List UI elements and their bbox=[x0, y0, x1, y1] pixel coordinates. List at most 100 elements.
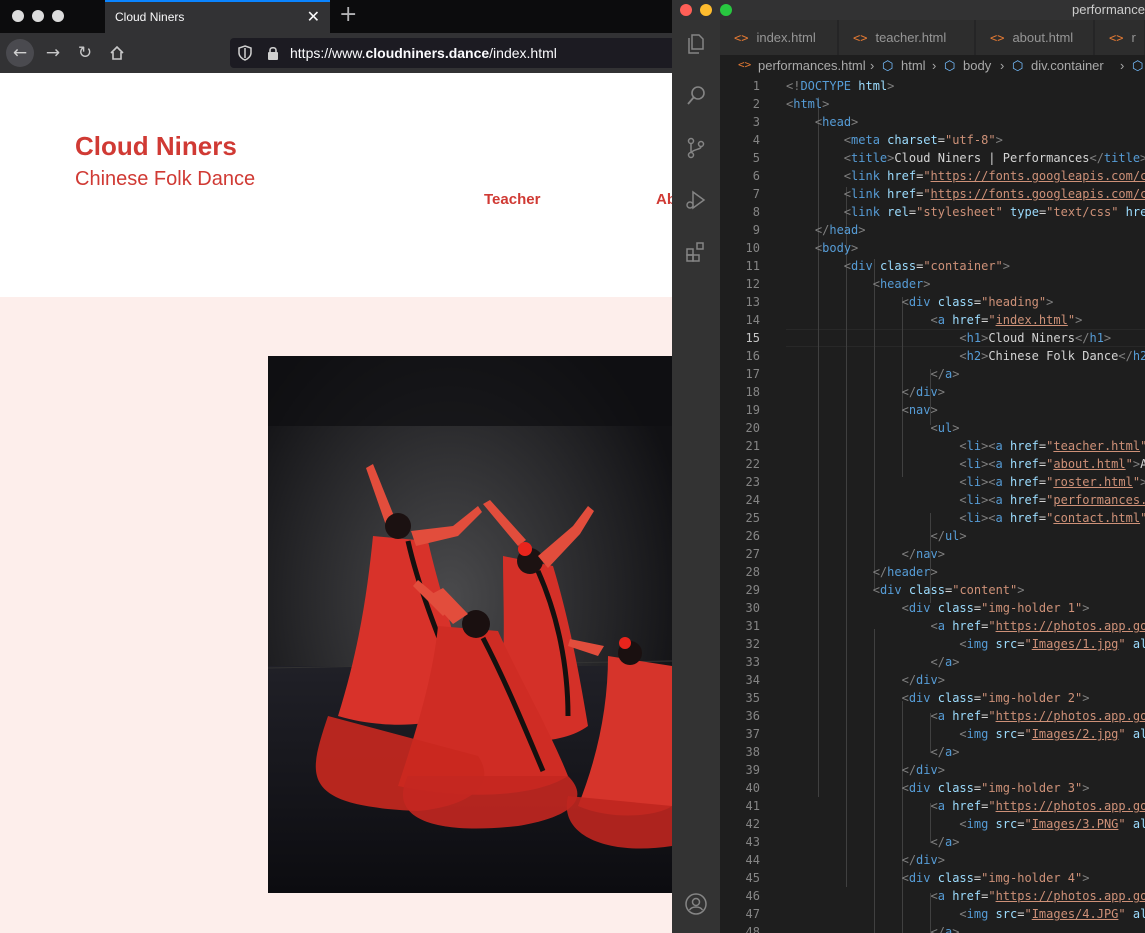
code-line[interactable]: <li><a href="about.html">A bbox=[786, 455, 1145, 473]
code-line[interactable]: <div class="container"> bbox=[786, 257, 1010, 275]
code-line[interactable]: <link rel="stylesheet" type="text/css" h… bbox=[786, 203, 1145, 221]
code-line[interactable]: <li><a href="performances. bbox=[786, 491, 1145, 509]
editor-tab-about[interactable]: <> about.html bbox=[976, 20, 1094, 55]
code-line[interactable]: </header> bbox=[786, 563, 938, 581]
code-line[interactable]: <li><a href="teacher.html" bbox=[786, 437, 1145, 455]
performance-photo[interactable] bbox=[268, 356, 672, 893]
code-line[interactable]: <img src="Images/4.JPG" al bbox=[786, 905, 1145, 923]
nav-link-about[interactable]: Ab bbox=[656, 191, 672, 208]
account-icon[interactable] bbox=[684, 892, 708, 916]
code-line[interactable]: <header> bbox=[786, 275, 931, 293]
code-line[interactable]: <link href="https://fonts.googleapis.com… bbox=[786, 185, 1145, 203]
url-text[interactable]: https://www.cloudniners.dance/index.html bbox=[290, 45, 557, 61]
site-title-link[interactable]: Cloud Niners bbox=[75, 131, 237, 162]
extensions-icon[interactable] bbox=[684, 240, 708, 264]
line-number: 4 bbox=[752, 133, 760, 147]
code-line[interactable]: </a> bbox=[786, 923, 960, 933]
code-line[interactable]: </a> bbox=[786, 833, 960, 851]
breadcrumb-item[interactable]: body bbox=[963, 58, 991, 73]
url-prefix: https://www. bbox=[290, 45, 366, 61]
editor-zoom-dot[interactable] bbox=[720, 4, 732, 16]
code-line[interactable]: <li><a href="roster.html"> bbox=[786, 473, 1145, 491]
code-line[interactable]: <div class="img-holder 1"> bbox=[786, 599, 1090, 617]
code-line[interactable]: <h1>Cloud Niners</h1> bbox=[786, 329, 1111, 347]
code-token: div bbox=[916, 853, 938, 867]
code-line[interactable]: <div class="img-holder 2"> bbox=[786, 689, 1090, 707]
code-line[interactable]: <div class="content"> bbox=[786, 581, 1025, 599]
code-line[interactable]: <ul> bbox=[786, 419, 960, 437]
code-line[interactable]: <div class="img-holder 3"> bbox=[786, 779, 1090, 797]
code-line[interactable]: <a href="https://photos.app.go bbox=[786, 887, 1145, 905]
chevron-right-icon: › bbox=[870, 58, 875, 73]
shield-icon[interactable] bbox=[238, 45, 252, 66]
breadcrumb-item[interactable]: div.container bbox=[1031, 58, 1104, 73]
code-line[interactable]: <a href="https://photos.app.go bbox=[786, 707, 1145, 725]
code-line[interactable]: <img src="Images/2.jpg" al bbox=[786, 725, 1145, 743]
browser-tab[interactable]: Cloud Niners ✕ bbox=[105, 0, 330, 33]
code-line[interactable]: <img src="Images/1.jpg" al bbox=[786, 635, 1145, 653]
url-bar[interactable]: https://www.cloudniners.dance/index.html bbox=[230, 38, 672, 68]
code-line[interactable]: </ul> bbox=[786, 527, 967, 545]
window-minimize-dot[interactable] bbox=[32, 10, 44, 22]
nav-link-teacher[interactable]: Teacher bbox=[484, 191, 540, 208]
close-icon[interactable]: ✕ bbox=[307, 7, 320, 26]
editor-tab-roster[interactable]: <> r bbox=[1095, 20, 1145, 55]
code-line[interactable]: <nav> bbox=[786, 401, 938, 419]
code-token: < bbox=[930, 313, 938, 327]
site-subtitle[interactable]: Chinese Folk Dance bbox=[75, 168, 255, 191]
code-line[interactable]: <body> bbox=[786, 239, 858, 257]
code-line[interactable]: <h2>Chinese Folk Dance</h2 bbox=[786, 347, 1145, 365]
code-line[interactable]: <div class="heading"> bbox=[786, 293, 1054, 311]
source-control-icon[interactable] bbox=[684, 136, 708, 160]
back-arrow-icon[interactable]: ← bbox=[6, 39, 34, 67]
code-token: > bbox=[923, 277, 931, 291]
editor-minimize-dot[interactable] bbox=[700, 4, 712, 16]
code-line[interactable]: </div> bbox=[786, 851, 945, 869]
url-domain: cloudniners.dance bbox=[365, 45, 490, 61]
code-line[interactable]: <li><a href="contact.html" bbox=[786, 509, 1145, 527]
code-line[interactable]: </div> bbox=[786, 383, 945, 401]
code-line[interactable]: <head> bbox=[786, 113, 858, 131]
code-line[interactable]: <img src="Images/3.PNG" al bbox=[786, 815, 1145, 833]
forward-arrow-icon[interactable]: → bbox=[39, 39, 67, 67]
plus-icon[interactable]: + bbox=[339, 2, 357, 27]
code-line[interactable]: <link href="https://fonts.googleapis.com… bbox=[786, 167, 1145, 185]
code-line[interactable]: <!DOCTYPE html> bbox=[786, 77, 894, 95]
code-line[interactable]: </div> bbox=[786, 761, 945, 779]
code-line[interactable]: <title>Cloud Niners | Performances</titl… bbox=[786, 149, 1145, 167]
breadcrumb-item[interactable]: html bbox=[901, 58, 926, 73]
code-token: https://photos.app.go bbox=[995, 709, 1145, 723]
search-icon[interactable] bbox=[684, 84, 708, 108]
editor-tab-teacher[interactable]: <> teacher.html bbox=[839, 20, 975, 55]
explorer-icon[interactable] bbox=[684, 32, 708, 56]
code-line[interactable]: </a> bbox=[786, 365, 960, 383]
run-debug-icon[interactable] bbox=[684, 188, 708, 212]
code-line[interactable]: <div class="img-holder 4"> bbox=[786, 869, 1090, 887]
code-area[interactable]: 1 <!DOCTYPE html> 2 <html> 3 <head> 4 <meta c… bbox=[720, 77, 1145, 933]
code-token: link bbox=[851, 205, 880, 219]
code-line[interactable]: <a href="index.html"> bbox=[786, 311, 1083, 329]
window-zoom-dot[interactable] bbox=[52, 10, 64, 22]
code-token: href bbox=[1010, 475, 1039, 489]
line-number: 30 bbox=[745, 601, 760, 615]
code-line[interactable]: <html> bbox=[786, 95, 829, 113]
code-line[interactable]: </nav> bbox=[786, 545, 945, 563]
window-close-dot[interactable] bbox=[12, 10, 24, 22]
code-line[interactable]: </div> bbox=[786, 671, 945, 689]
lock-icon[interactable] bbox=[266, 45, 280, 66]
code-line[interactable]: <a href="https://photos.app.go bbox=[786, 617, 1145, 635]
breadcrumb-item[interactable]: performances.html bbox=[758, 58, 866, 73]
home-icon[interactable] bbox=[103, 39, 131, 67]
reload-icon[interactable]: ↻ bbox=[71, 39, 99, 67]
code-line[interactable]: <meta charset="utf-8"> bbox=[786, 131, 1003, 149]
editor-close-dot[interactable] bbox=[680, 4, 692, 16]
code-line[interactable]: </a> bbox=[786, 653, 960, 671]
editor-tab-index[interactable]: <> index.html bbox=[720, 20, 838, 55]
code-line[interactable]: <a href="https://photos.app.go bbox=[786, 797, 1145, 815]
code-line[interactable]: </a> bbox=[786, 743, 960, 761]
code-line[interactable]: </head> bbox=[786, 221, 866, 239]
html-file-icon: <> bbox=[853, 31, 868, 45]
